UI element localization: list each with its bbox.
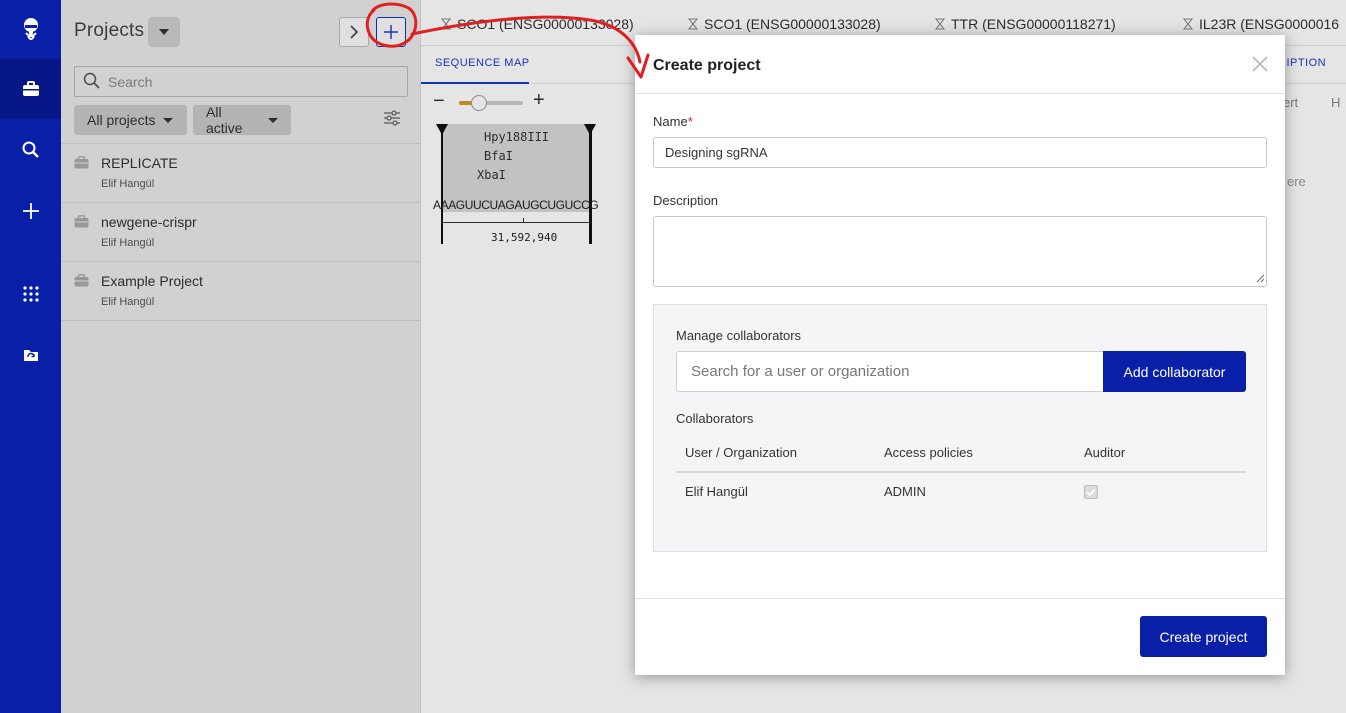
dialog-title: Create project xyxy=(653,57,761,74)
collaborator-access: ADMIN xyxy=(884,484,926,499)
plus-icon[interactable] xyxy=(0,181,61,241)
column-header-auditor: Auditor xyxy=(1084,445,1126,460)
name-label-text: Name xyxy=(653,114,688,129)
collaborators-section: Manage collaborators Add collaborator Co… xyxy=(653,304,1267,552)
collaborator-user: Elif Hangül xyxy=(685,484,748,499)
apps-grid-icon[interactable] xyxy=(0,264,61,324)
description-label: Description xyxy=(653,193,719,208)
briefcase-icon[interactable] xyxy=(0,59,61,119)
close-icon[interactable] xyxy=(1249,53,1271,75)
manage-collaborators-label: Manage collaborators xyxy=(676,328,802,343)
auditor-checkbox[interactable] xyxy=(1084,485,1098,499)
name-label: Name* xyxy=(653,114,693,129)
name-field[interactable] xyxy=(653,137,1267,168)
required-mark: * xyxy=(687,114,693,129)
divider xyxy=(635,93,1285,94)
search-icon[interactable] xyxy=(0,120,61,180)
create-project-button[interactable]: Create project xyxy=(1140,616,1267,657)
create-project-dialog: Create project Name* Description Manage … xyxy=(635,35,1285,675)
resize-grip-icon[interactable] xyxy=(1256,274,1265,283)
divider xyxy=(635,598,1285,599)
column-header-access: Access policies xyxy=(884,445,973,460)
logo-icon[interactable] xyxy=(0,0,61,60)
collaborators-label: Collaborators xyxy=(676,411,754,426)
column-header-user: User / Organization xyxy=(685,445,797,460)
description-field[interactable] xyxy=(653,216,1267,287)
table-header-divider xyxy=(676,471,1246,473)
nav-rail xyxy=(0,0,61,713)
check-icon xyxy=(1086,488,1096,496)
add-collaborator-button[interactable]: Add collaborator xyxy=(1103,351,1246,392)
folder-sync-icon[interactable] xyxy=(0,325,61,385)
collaborator-search-input[interactable] xyxy=(676,351,1104,392)
